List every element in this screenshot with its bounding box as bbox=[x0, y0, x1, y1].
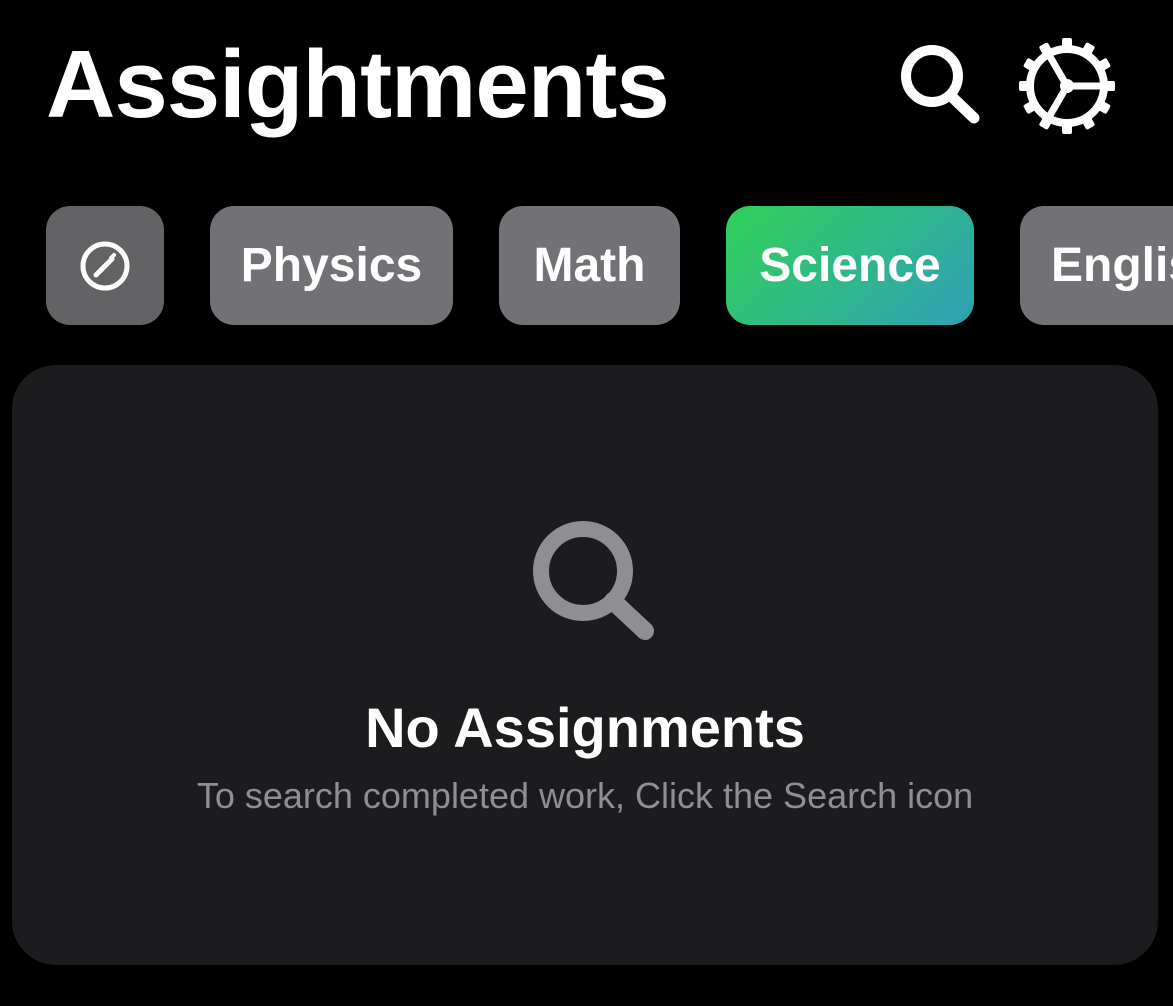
filter-chip-math[interactable]: Math bbox=[499, 206, 680, 325]
filter-chip-science[interactable]: Science bbox=[726, 206, 974, 325]
edit-filters-button[interactable] bbox=[46, 206, 164, 325]
settings-button[interactable] bbox=[1017, 36, 1117, 136]
assignments-panel: No Assignments To search completed work,… bbox=[12, 365, 1158, 965]
page-title: Assightments bbox=[46, 31, 670, 138]
search-button[interactable] bbox=[890, 36, 990, 136]
gear-icon bbox=[1019, 38, 1115, 134]
filter-chip-english[interactable]: Englis bbox=[1020, 206, 1173, 325]
empty-state-subtitle: To search completed work, Click the Sear… bbox=[196, 775, 974, 816]
filter-chip-physics[interactable]: Physics bbox=[210, 206, 453, 325]
search-icon bbox=[901, 45, 980, 124]
subject-filter-bar: Physics Math Science Englis bbox=[46, 206, 1173, 326]
search-icon bbox=[533, 521, 654, 640]
pencil-circle-icon bbox=[80, 241, 130, 290]
empty-state-title: No Assignments bbox=[365, 696, 805, 759]
